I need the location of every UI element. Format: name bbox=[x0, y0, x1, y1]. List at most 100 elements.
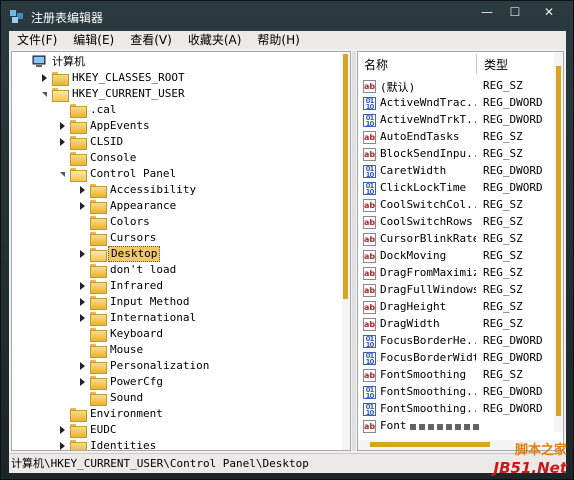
pane-splitter[interactable] bbox=[352, 51, 356, 451]
value-row[interactable]: 01 10 FocusBorderWidth REG_DWORD bbox=[358, 350, 556, 367]
value-row[interactable]: 01 10 FocusBorderHe... REG_DWORD bbox=[358, 333, 556, 350]
tree-node[interactable]: CLSID bbox=[58, 134, 332, 150]
list-horizontal-scroll-thumb[interactable] bbox=[370, 442, 490, 447]
collapse-arrow-icon[interactable] bbox=[60, 172, 65, 177]
tree-node-label[interactable]: HKEY_CURRENT_USER bbox=[70, 86, 187, 102]
expand-arrow-icon[interactable] bbox=[80, 378, 85, 386]
expand-arrow-icon[interactable] bbox=[80, 314, 85, 322]
menu-edit[interactable]: 编辑(E) bbox=[65, 31, 122, 49]
tree-node[interactable]: 计算机 bbox=[20, 54, 332, 70]
expand-arrow-icon[interactable] bbox=[60, 442, 65, 450]
value-row[interactable]: 01 10 CaretWidth REG_DWORD bbox=[358, 163, 556, 180]
expand-arrow-icon[interactable] bbox=[80, 282, 85, 290]
tree-node[interactable]: EUDC bbox=[58, 422, 332, 438]
tree-node-label[interactable]: .cal bbox=[88, 102, 119, 118]
collapse-arrow-icon[interactable] bbox=[42, 92, 47, 97]
tree-node-label[interactable]: PowerCfg bbox=[108, 374, 165, 390]
tree-node-label[interactable]: EUDC bbox=[88, 422, 119, 438]
expand-arrow-icon[interactable] bbox=[80, 250, 85, 258]
tree-node-label[interactable]: Identities bbox=[88, 438, 158, 450]
maximize-button[interactable]: ☐ bbox=[501, 1, 529, 23]
tree-node[interactable]: HKEY_CLASSES_ROOT bbox=[40, 70, 332, 86]
column-divider[interactable] bbox=[476, 54, 477, 74]
tree-node-label[interactable]: Cursors bbox=[108, 230, 158, 246]
tree-node[interactable]: Accessibility bbox=[78, 182, 332, 198]
expand-arrow-icon[interactable] bbox=[80, 298, 85, 306]
value-row[interactable]: ab FontSmoothing REG_SZ bbox=[358, 367, 556, 384]
values-list-pane[interactable]: 名称 类型 ab (默认) REG_SZ 01 10 ActiveWndTrac... RE… bbox=[357, 51, 564, 451]
tree-node-label[interactable]: Mouse bbox=[108, 342, 145, 358]
tree-node-label[interactable]: Keyboard bbox=[108, 326, 165, 342]
value-row[interactable]: ab BlockSendInpu... REG_SZ bbox=[358, 146, 556, 163]
tree-node[interactable]: Environment bbox=[58, 406, 332, 422]
value-row[interactable]: ab CursorBlinkRate REG_SZ bbox=[358, 231, 556, 248]
expand-arrow-icon[interactable] bbox=[80, 362, 85, 370]
value-row[interactable]: ab DragFullWindows REG_SZ bbox=[358, 282, 556, 299]
tree-node[interactable]: HKEY_CURRENT_USER bbox=[40, 86, 332, 102]
minimize-button[interactable]: — bbox=[473, 1, 501, 23]
expand-arrow-icon[interactable] bbox=[80, 186, 85, 194]
expand-arrow-icon[interactable] bbox=[80, 202, 85, 210]
tree-node-label[interactable]: Environment bbox=[88, 406, 165, 422]
value-row[interactable]: 01 10 FontSmoothing... REG_DWORD bbox=[358, 401, 556, 418]
tree-node[interactable]: Console bbox=[58, 150, 332, 166]
value-row[interactable]: ab (默认) REG_SZ bbox=[358, 78, 556, 95]
expand-arrow-icon[interactable] bbox=[42, 74, 47, 82]
tree-node-label[interactable]: Infrared bbox=[108, 278, 165, 294]
value-row[interactable]: ab CoolSwitchCol... REG_SZ bbox=[358, 197, 556, 214]
tree-node[interactable]: Control Panel bbox=[58, 166, 332, 182]
expand-arrow-icon[interactable] bbox=[60, 426, 65, 434]
value-row[interactable]: ab DragHeight REG_SZ bbox=[358, 299, 556, 316]
tree-node[interactable]: Sound bbox=[78, 390, 332, 406]
value-row[interactable]: 01 10 ActiveWndTrac... REG_DWORD bbox=[358, 95, 556, 112]
tree-node[interactable]: Infrared bbox=[78, 278, 332, 294]
tree-node-label[interactable]: Personalization bbox=[108, 358, 211, 374]
tree-node-label[interactable]: Colors bbox=[108, 214, 152, 230]
tree-node[interactable]: Appearance bbox=[78, 198, 332, 214]
tree-node[interactable]: Identities bbox=[58, 438, 332, 450]
expand-arrow-icon[interactable] bbox=[60, 122, 65, 130]
menu-view[interactable]: 查看(V) bbox=[122, 31, 180, 49]
tree-node[interactable]: Desktop bbox=[78, 246, 332, 262]
tree-node-label[interactable]: Desktop bbox=[108, 246, 161, 262]
value-row[interactable]: 01 10 ActiveWndTrkT... REG_DWORD bbox=[358, 112, 556, 129]
close-button[interactable]: ✕ bbox=[529, 1, 569, 23]
value-row[interactable]: ab Font bbox=[358, 418, 556, 435]
key-tree-pane[interactable]: 计算机 HKEY_CLASSES_ROOT HKEY_CURRENT_USER .ca… bbox=[11, 51, 351, 451]
menu-file[interactable]: 文件(F) bbox=[9, 31, 65, 49]
tree-node[interactable]: .cal bbox=[58, 102, 332, 118]
value-row[interactable]: 01 10 FontSmoothing... REG_DWORD bbox=[358, 384, 556, 401]
tree-node-label[interactable]: don't load bbox=[108, 262, 178, 278]
tree-node[interactable]: Mouse bbox=[78, 342, 332, 358]
menu-favorites[interactable]: 收藏夹(A) bbox=[180, 31, 250, 49]
tree-node-label[interactable]: 计算机 bbox=[50, 54, 87, 70]
value-row[interactable]: 01 10 ClickLockTime REG_DWORD bbox=[358, 180, 556, 197]
value-row[interactable]: ab AutoEndTasks REG_SZ bbox=[358, 129, 556, 146]
expand-arrow-icon[interactable] bbox=[60, 138, 65, 146]
tree-node-label[interactable]: Input Method bbox=[108, 294, 191, 310]
tree-node-label[interactable]: Accessibility bbox=[108, 182, 198, 198]
tree-node-label[interactable]: Sound bbox=[108, 390, 145, 406]
value-row[interactable]: ab DragFromMaximize REG_SZ bbox=[358, 265, 556, 282]
tree-node-label[interactable]: Console bbox=[88, 150, 138, 166]
tree-node[interactable]: Colors bbox=[78, 214, 332, 230]
tree-node[interactable]: Input Method bbox=[78, 294, 332, 310]
tree-node-label[interactable]: Appearance bbox=[108, 198, 178, 214]
value-row[interactable]: ab CoolSwitchRows REG_SZ bbox=[358, 214, 556, 231]
tree-node-label[interactable]: AppEvents bbox=[88, 118, 152, 134]
value-row[interactable]: ab DragWidth REG_SZ bbox=[358, 316, 556, 333]
menu-help[interactable]: 帮助(H) bbox=[249, 31, 307, 49]
tree-node-label[interactable]: HKEY_CLASSES_ROOT bbox=[70, 70, 187, 86]
list-vertical-scroll-thumb[interactable] bbox=[556, 66, 561, 416]
tree-vertical-scrollbar[interactable] bbox=[342, 52, 350, 450]
tree-node[interactable]: PowerCfg bbox=[78, 374, 332, 390]
tree-node-label[interactable]: International bbox=[108, 310, 198, 326]
value-row[interactable]: ab DockMoving REG_SZ bbox=[358, 248, 556, 265]
column-header-name[interactable]: 名称 bbox=[364, 56, 388, 73]
tree-node-label[interactable]: CLSID bbox=[88, 134, 125, 150]
tree-node[interactable]: don't load bbox=[78, 262, 332, 278]
tree-node[interactable]: Personalization bbox=[78, 358, 332, 374]
tree-node-label[interactable]: Control Panel bbox=[88, 166, 178, 182]
tree-scroll-thumb[interactable] bbox=[343, 54, 348, 299]
tree-node[interactable]: Keyboard bbox=[78, 326, 332, 342]
